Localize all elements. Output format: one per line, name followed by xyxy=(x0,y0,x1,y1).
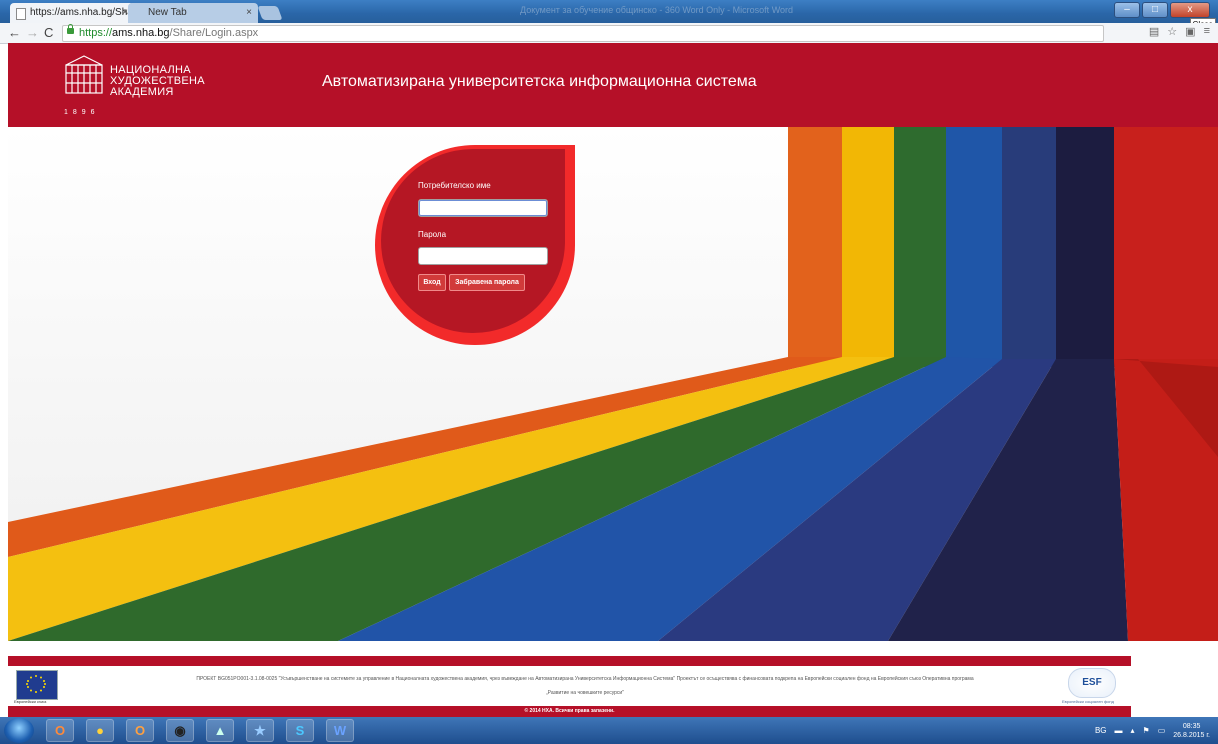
project-description: ПРОЕКТ BG051PO001-3.1.08-0025 "Усъвършен… xyxy=(120,672,1050,700)
taskbar-app-disc[interactable]: ◉ xyxy=(166,719,194,742)
taskbar-app-tool[interactable]: ▲ xyxy=(206,719,234,742)
maximize-button[interactable]: □ xyxy=(1142,2,1168,18)
tab-label: New Tab xyxy=(148,7,187,18)
tab-close-icon[interactable]: × xyxy=(246,3,252,23)
taskbar-app-chrome[interactable]: ● xyxy=(86,719,114,742)
clock-date: 26.8.2015 г. xyxy=(1173,731,1210,739)
eu-caption: Европейски съюз xyxy=(14,699,47,704)
address-bar[interactable]: https://ams.nha.bg/Share/Login.aspx xyxy=(62,24,1104,42)
reload-button[interactable]: C xyxy=(44,24,53,42)
login-form: Потребителско име Парола Вход Забравена … xyxy=(375,145,575,345)
network-icon[interactable]: ▭ xyxy=(1158,726,1166,735)
logo-line-3: АКАДЕМИЯ xyxy=(110,86,174,98)
eu-stars-icon xyxy=(26,675,46,693)
toolbar-icons: ▤ ☆ ▣ ≡ xyxy=(1149,25,1210,38)
taskbar-app-skype[interactable]: S xyxy=(286,719,314,742)
project-line-2: „Развитие на човешките ресурси" xyxy=(545,690,624,696)
menu-icon[interactable]: ≡ xyxy=(1204,25,1210,38)
username-input[interactable] xyxy=(418,199,548,217)
tab-new-tab[interactable]: New Tab × xyxy=(128,3,258,23)
windows-taskbar: O ● O ◉ ▲ ★ S W BG ▬ ▴ ⚑ ▭ 08:35 26.8.20… xyxy=(0,717,1218,744)
esf-logo: ESF xyxy=(1068,668,1116,698)
show-hidden-icons[interactable]: ▴ xyxy=(1131,726,1135,735)
password-label: Парола xyxy=(418,230,447,239)
browser-tabstrip: https://ams.nha.bg/Share/ × New Tab × До… xyxy=(0,0,1218,31)
close-button[interactable]: x xyxy=(1170,2,1210,18)
window-title: Документ за обучение общинско - 360 Word… xyxy=(520,5,794,15)
password-input[interactable] xyxy=(418,247,548,265)
clock-time: 08:35 xyxy=(1182,722,1201,730)
extension-icon[interactable]: ▣ xyxy=(1185,25,1195,38)
esf-caption: Европейски социален фонд xyxy=(1062,699,1114,704)
tab-ams[interactable]: https://ams.nha.bg/Share/ × xyxy=(10,3,145,23)
copyright-bar: © 2014 НХА. Всички права запазени. xyxy=(8,706,1131,717)
start-button[interactable] xyxy=(4,718,34,743)
keyboard-icon[interactable]: ▬ xyxy=(1115,726,1123,735)
taskbar-app-word[interactable]: W xyxy=(326,719,354,742)
translate-icon[interactable]: ▤ xyxy=(1149,25,1159,38)
forgot-password-button[interactable]: Забравена парола xyxy=(449,274,525,291)
taskbar-app-viewer[interactable]: ★ xyxy=(246,719,274,742)
url-host: ams.nha.bg xyxy=(112,27,170,39)
forward-button[interactable]: → xyxy=(26,24,39,42)
window-controls: – □ x xyxy=(1114,2,1210,18)
taskbar-app-media[interactable]: O xyxy=(46,719,74,742)
site-title: Автоматизирана университетска информацио… xyxy=(322,73,757,90)
new-tab-button[interactable] xyxy=(257,6,283,20)
hero-image xyxy=(8,127,1218,641)
lock-icon xyxy=(67,24,74,34)
back-button[interactable]: ← xyxy=(8,24,21,42)
url-path: /Share/Login.aspx xyxy=(169,27,259,39)
page-icon xyxy=(16,8,26,20)
action-center-icon[interactable]: ⚑ xyxy=(1143,726,1150,735)
building-icon xyxy=(65,55,103,94)
eu-flag-icon xyxy=(16,670,58,700)
project-line-1: ПРОЕКТ BG051PO001-3.1.08-0025 "Усъвършен… xyxy=(196,676,974,682)
system-tray: BG ▬ ▴ ⚑ ▭ 08:35 26.8.2015 г. xyxy=(1095,717,1210,744)
login-drop-shape xyxy=(375,145,575,345)
username-label: Потребителско име xyxy=(418,181,491,190)
url-text: https://ams.nha.bg/Share/Login.aspx xyxy=(79,26,258,40)
login-button[interactable]: Вход xyxy=(418,274,446,291)
minimize-button[interactable]: – xyxy=(1114,2,1140,18)
browser-toolbar: ← → C https://ams.nha.bg/Share/Login.asp… xyxy=(0,23,1218,44)
clock[interactable]: 08:35 26.8.2015 г. xyxy=(1173,722,1210,740)
logo-text: НАЦИОНАЛНА ХУДОЖЕСТВЕНА АКАДЕМИЯ xyxy=(110,65,230,98)
language-indicator[interactable]: BG xyxy=(1095,726,1107,735)
site-header: НАЦИОНАЛНА ХУДОЖЕСТВЕНА АКАДЕМИЯ 1896 Ав… xyxy=(8,43,1218,127)
rainbow-carpet-image xyxy=(8,127,1218,641)
bookmark-star-icon[interactable]: ☆ xyxy=(1167,25,1177,38)
logo-year: 1896 xyxy=(64,109,100,116)
footer-top-bar xyxy=(8,656,1131,666)
taskbar-app-outlook[interactable]: O xyxy=(126,719,154,742)
url-scheme: https:// xyxy=(79,27,113,39)
